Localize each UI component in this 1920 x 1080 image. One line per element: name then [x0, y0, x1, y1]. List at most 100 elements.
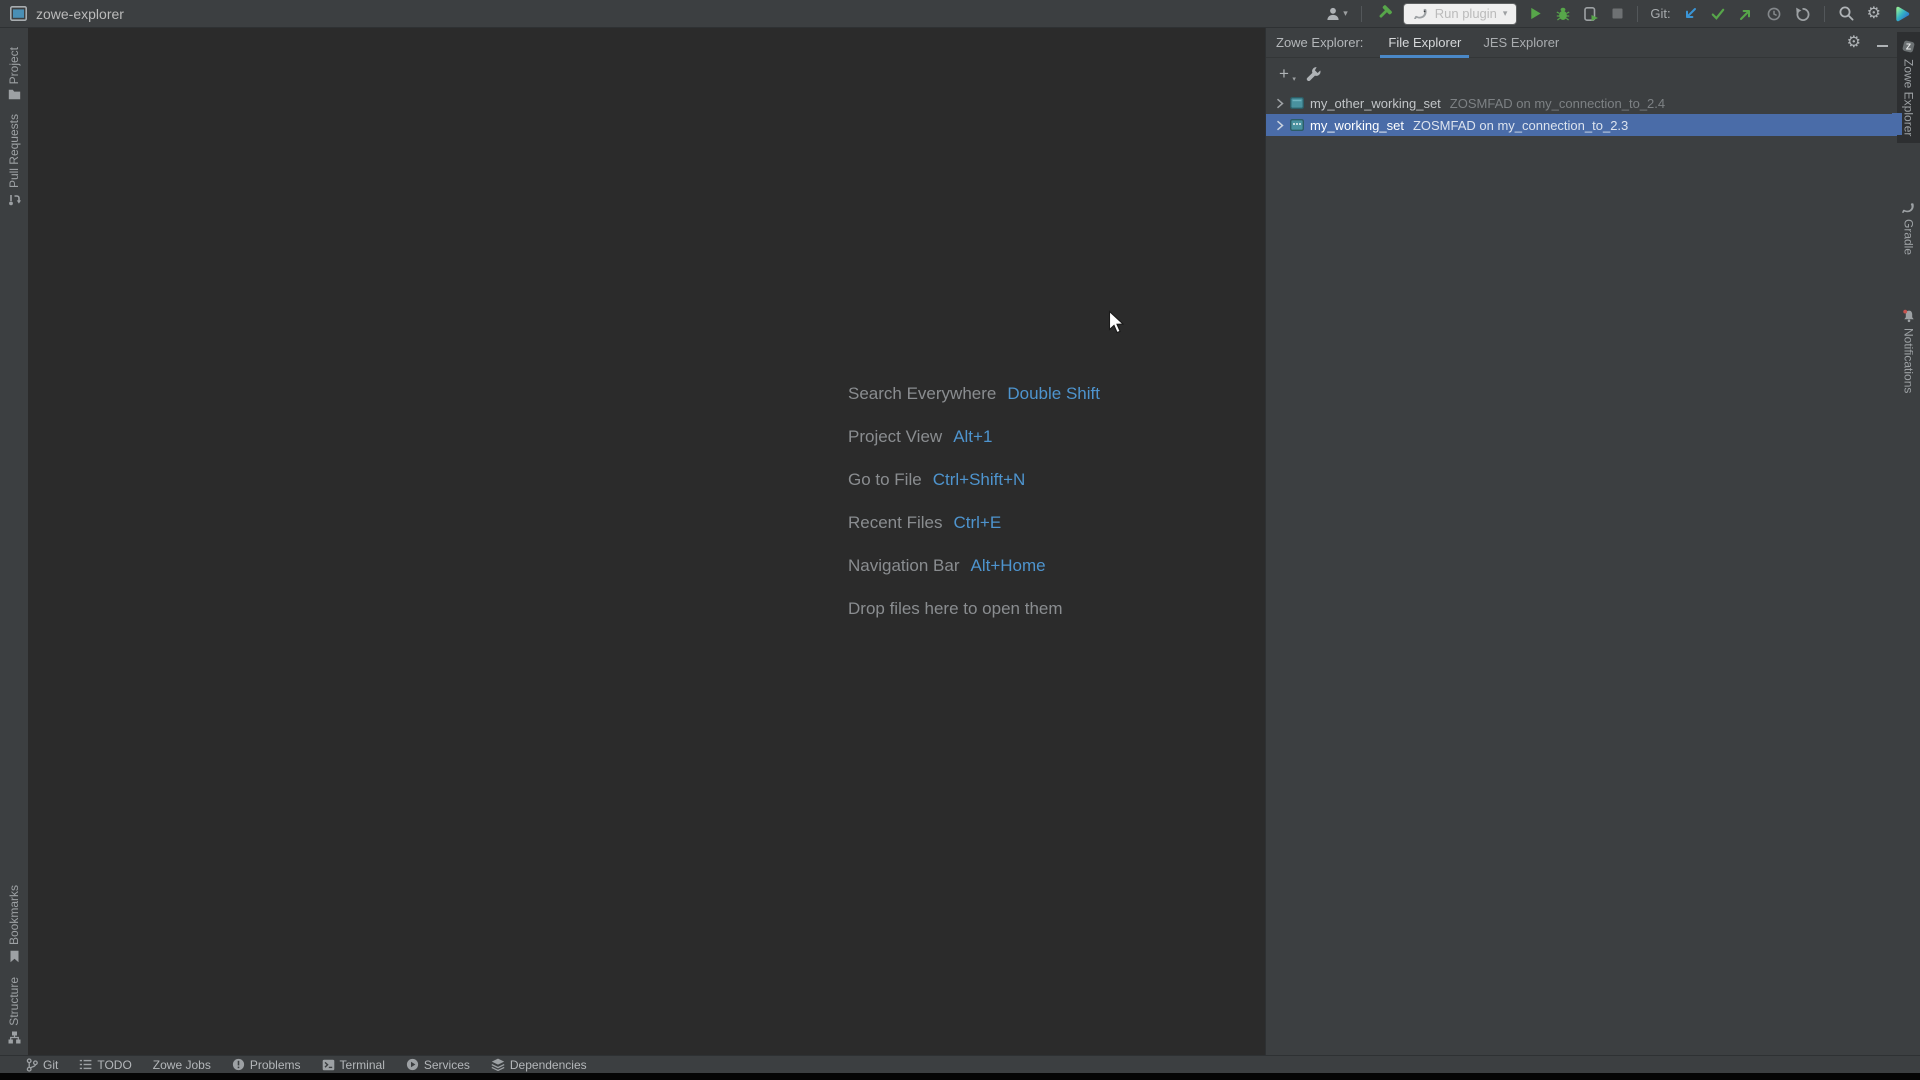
tree-item-other-working-set[interactable]: my_other_working_set ZOSMFAD on my_conne… — [1266, 92, 1897, 114]
toolwindow-button-todo[interactable]: TODO — [79, 1057, 132, 1072]
chevron-down-icon: ▾ — [1502, 8, 1508, 18]
tool-stripe-project[interactable]: Project — [0, 40, 28, 107]
panel-settings-button[interactable]: ⚙ — [1846, 34, 1862, 52]
shortcut-row: Project View Alt+1 — [848, 415, 1100, 458]
debug-button[interactable] — [1554, 5, 1572, 23]
ide-gradient-icon — [1896, 6, 1910, 21]
shortcut-row: Recent Files Ctrl+E — [848, 501, 1100, 544]
git-section-label: Git: — [1650, 6, 1671, 21]
toolwindow-button-git[interactable]: Git — [26, 1058, 58, 1072]
history-button[interactable] — [1765, 5, 1783, 23]
git-commit-button[interactable] — [1709, 5, 1727, 23]
dependencies-layers-icon — [491, 1058, 505, 1071]
toolwindow-button-dependencies[interactable]: Dependencies — [491, 1058, 587, 1072]
update-arrow-icon — [1685, 7, 1696, 18]
toolwindow-button-services[interactable]: Services — [406, 1058, 470, 1072]
toolwindow-label: Zowe Jobs — [152, 1057, 211, 1072]
tab-label: JES Explorer — [1483, 35, 1560, 50]
toolwindow-label: Dependencies — [509, 1057, 587, 1072]
toolwindow-label: Git — [43, 1057, 59, 1072]
tool-stripe-structure[interactable]: Structure — [0, 970, 28, 1051]
shortcut-row: Search Everywhere Double Shift — [848, 372, 1100, 415]
services-icon — [406, 1058, 418, 1071]
push-arrow-icon — [1739, 9, 1750, 20]
commit-check-icon — [1711, 8, 1724, 20]
toolwindow-label: Problems — [249, 1057, 301, 1072]
toolwindow-label: Terminal — [339, 1057, 385, 1072]
settings-gear-button[interactable]: ⚙ — [1866, 5, 1882, 23]
build-hammer-button[interactable] — [1374, 4, 1393, 23]
toolbar-separator — [1637, 5, 1639, 22]
minimize-icon — [1877, 44, 1888, 47]
working-set-icon — [1290, 119, 1304, 131]
stripe-label: Gradle — [1901, 219, 1916, 256]
shortcut-keys: Ctrl+Shift+N — [932, 469, 1026, 489]
ide-gradient-button[interactable] — [1892, 4, 1912, 24]
tree-item-working-set[interactable]: my_working_set ZOSMFAD on my_connection_… — [1266, 114, 1897, 136]
main-toolbar: ▾ Run plugin ▾ Git: ⚙ — [1324, 2, 1912, 25]
stripe-label: Pull Requests — [7, 114, 21, 189]
add-working-set-button[interactable]: + ▾ — [1279, 64, 1296, 83]
todo-list-icon — [80, 1059, 92, 1070]
working-set-icon — [1290, 97, 1304, 109]
empty-editor-shortcuts: Search Everywhere Double Shift Project V… — [848, 372, 1100, 630]
edit-settings-wrench-button[interactable] — [1305, 65, 1322, 82]
editor-empty-area: Search Everywhere Double Shift Project V… — [28, 28, 1265, 1055]
shortcut-keys: Alt+1 — [953, 426, 993, 446]
shortcut-keys: Double Shift — [1007, 383, 1100, 403]
plus-icon: + — [1279, 64, 1289, 83]
run-config-selector[interactable]: Run plugin ▾ — [1402, 2, 1518, 25]
working-set-name: my_working_set — [1310, 117, 1404, 133]
search-everywhere-button[interactable] — [1837, 4, 1856, 23]
panel-header-actions: ⚙ — [1846, 34, 1889, 52]
stop-button[interactable] — [1610, 6, 1625, 21]
run-play-icon — [1531, 7, 1542, 20]
tool-stripe-pull-requests[interactable]: Pull Requests — [0, 107, 28, 213]
coverage-icon — [1584, 6, 1599, 21]
tab-file-explorer[interactable]: File Explorer — [1377, 28, 1472, 58]
run-config-label: Run plugin — [1434, 6, 1497, 21]
stripe-label: Notifications — [1901, 328, 1916, 394]
hide-panel-button[interactable] — [1876, 34, 1889, 52]
shortcut-keys: Alt+Home — [970, 555, 1046, 575]
git-update-button[interactable] — [1681, 5, 1699, 23]
stripe-label: Project — [7, 47, 21, 85]
run-button[interactable] — [1527, 5, 1544, 22]
tool-stripe-notifications[interactable]: Notifications — [1897, 302, 1920, 400]
git-push-button[interactable] — [1737, 5, 1755, 23]
toolwindow-button-terminal[interactable]: Terminal — [322, 1058, 385, 1072]
ide-window: zowe-explorer ▾ Run plugin ▾ Git: ⚙ Proj… — [0, 0, 1920, 1080]
window-bottom-edge — [0, 1073, 1920, 1080]
run-with-coverage-button[interactable] — [1582, 5, 1600, 23]
working-set-detail: ZOSMFAD on my_connection_to_2.3 — [1412, 117, 1629, 133]
shortcut-keys: Ctrl+E — [953, 512, 1002, 532]
gear-icon: ⚙ — [1866, 4, 1881, 22]
toolwindow-button-zowe-jobs[interactable]: Zowe Jobs — [153, 1058, 211, 1072]
zowe-icon: Z — [1902, 40, 1915, 53]
right-tool-stripe: Z Zowe Explorer Gradle Notifications — [1897, 28, 1920, 1055]
chevron-down-icon: ▾ — [1343, 8, 1348, 18]
toolbar-separator — [1823, 5, 1825, 22]
hammer-icon — [1379, 5, 1392, 18]
rollback-button[interactable] — [1793, 5, 1812, 23]
user-icon — [1327, 7, 1339, 20]
tool-stripe-bookmarks[interactable]: Bookmarks — [0, 878, 28, 970]
wrench-icon — [1306, 67, 1321, 81]
titlebar: zowe-explorer ▾ Run plugin ▾ Git: ⚙ — [0, 0, 1920, 28]
shortcut-label: Navigation Bar — [848, 555, 960, 575]
bottom-toolwindow-bar: Git TODO Zowe Jobs Problems Terminal Ser… — [0, 1055, 1920, 1073]
tab-label: File Explorer — [1388, 35, 1462, 50]
toolwindow-label: TODO — [97, 1057, 132, 1072]
terminal-icon — [322, 1059, 334, 1070]
stop-icon — [1612, 8, 1623, 19]
chevron-right-icon — [1277, 98, 1284, 108]
tab-jes-explorer[interactable]: JES Explorer — [1472, 28, 1570, 58]
profile-user-button[interactable]: ▾ — [1324, 5, 1349, 23]
structure-icon — [8, 1031, 20, 1044]
shortcut-label: Go to File — [848, 469, 922, 489]
panel-header: Zowe Explorer: File Explorer JES Explore… — [1266, 28, 1897, 58]
toolwindow-button-problems[interactable]: Problems — [232, 1058, 301, 1072]
shortcut-label: Project View — [848, 426, 943, 446]
tool-stripe-gradle[interactable]: Gradle — [1897, 195, 1920, 262]
svg-text:Z: Z — [1906, 41, 1911, 51]
